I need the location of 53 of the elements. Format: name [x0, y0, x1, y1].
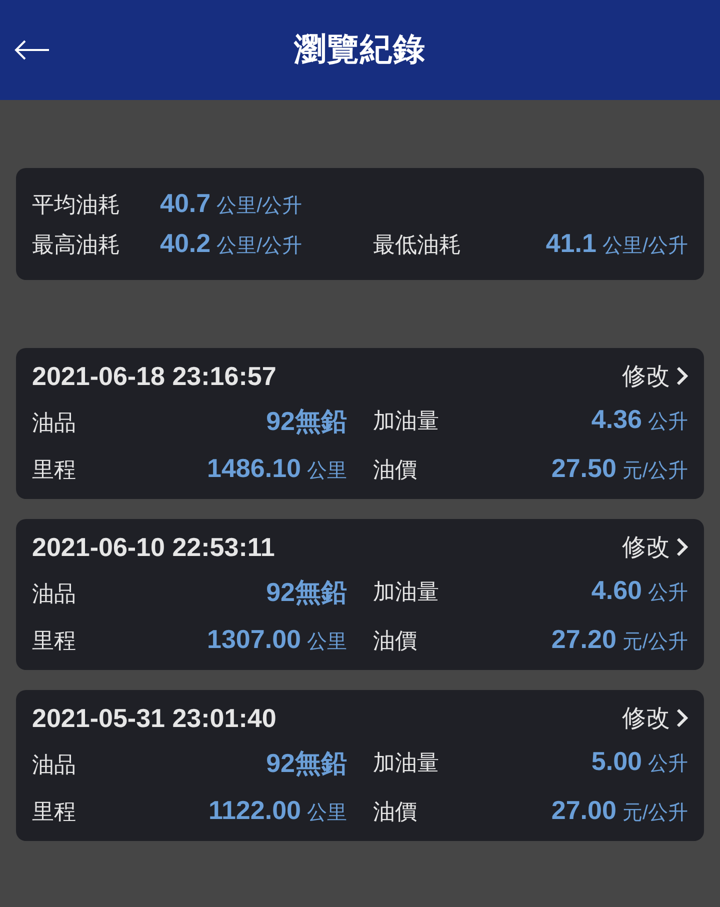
field-label: 油價	[373, 456, 417, 484]
page-title: 瀏覽紀錄	[294, 30, 426, 69]
field-value: 4.60	[591, 575, 642, 606]
record-datetime: 2021-06-10 22:53:11	[32, 532, 275, 562]
field-label: 加油量	[373, 749, 439, 777]
field-label: 油品	[32, 409, 76, 437]
record-datetime: 2021-05-31 23:01:40	[32, 702, 276, 734]
record-datetime: 2021-06-18 23:16:57	[32, 360, 276, 392]
stat-label: 平均油耗	[32, 191, 121, 219]
unit-label: 公升	[648, 752, 688, 777]
field-value: 4.36	[591, 404, 642, 435]
unit-label: 公升	[648, 581, 688, 606]
field-label: 油價	[373, 798, 417, 826]
unit-label: 公里/公升	[602, 234, 688, 259]
stat-label: 最低油耗	[373, 231, 461, 259]
edit-button[interactable]: 修改	[622, 360, 688, 392]
unit-label: 元/公升	[622, 459, 688, 484]
unit-label: 元/公升	[622, 630, 688, 655]
unit-label: 公里	[307, 459, 347, 484]
unit-label: 公里	[307, 801, 347, 826]
back-arrow-icon[interactable]	[14, 40, 50, 60]
field-value: 27.00	[551, 795, 616, 826]
field-label: 里程	[32, 627, 76, 655]
field-label: 油品	[32, 580, 76, 608]
unit-label: 元/公升	[622, 801, 688, 826]
edit-button[interactable]: 修改	[622, 531, 688, 563]
field-value: 1122.00	[208, 795, 301, 826]
field-value: 27.20	[551, 624, 616, 655]
field-value: 5.00	[591, 746, 642, 777]
field-label: 油價	[373, 627, 417, 655]
chevron-right-icon	[676, 366, 688, 386]
chevron-right-icon	[676, 537, 688, 557]
edit-button[interactable]: 修改	[622, 702, 688, 734]
stat-value: 40.7	[160, 188, 211, 219]
field-label: 加油量	[373, 578, 439, 606]
field-value: 92無鉛	[266, 405, 347, 438]
field-label: 加油量	[373, 407, 439, 435]
unit-label: 公升	[648, 410, 688, 435]
chevron-right-icon	[676, 708, 688, 728]
unit-label: 公里	[307, 630, 347, 655]
field-value: 1486.10	[207, 453, 301, 484]
field-value: 27.50	[551, 453, 616, 484]
field-value: 1307.00	[207, 624, 301, 655]
unit-label: 公里/公升	[216, 234, 302, 259]
field-label: 里程	[32, 456, 76, 484]
stat-value: 41.1	[546, 228, 596, 259]
field-value: 92無鉛	[266, 747, 347, 780]
stat-value: 40.2	[160, 228, 211, 259]
field-label: 油品	[32, 751, 76, 779]
unit-label: 公里/公升	[216, 194, 302, 219]
field-value: 92無鉛	[266, 576, 347, 609]
field-label: 里程	[32, 798, 76, 826]
stat-label: 最高油耗	[32, 231, 121, 259]
